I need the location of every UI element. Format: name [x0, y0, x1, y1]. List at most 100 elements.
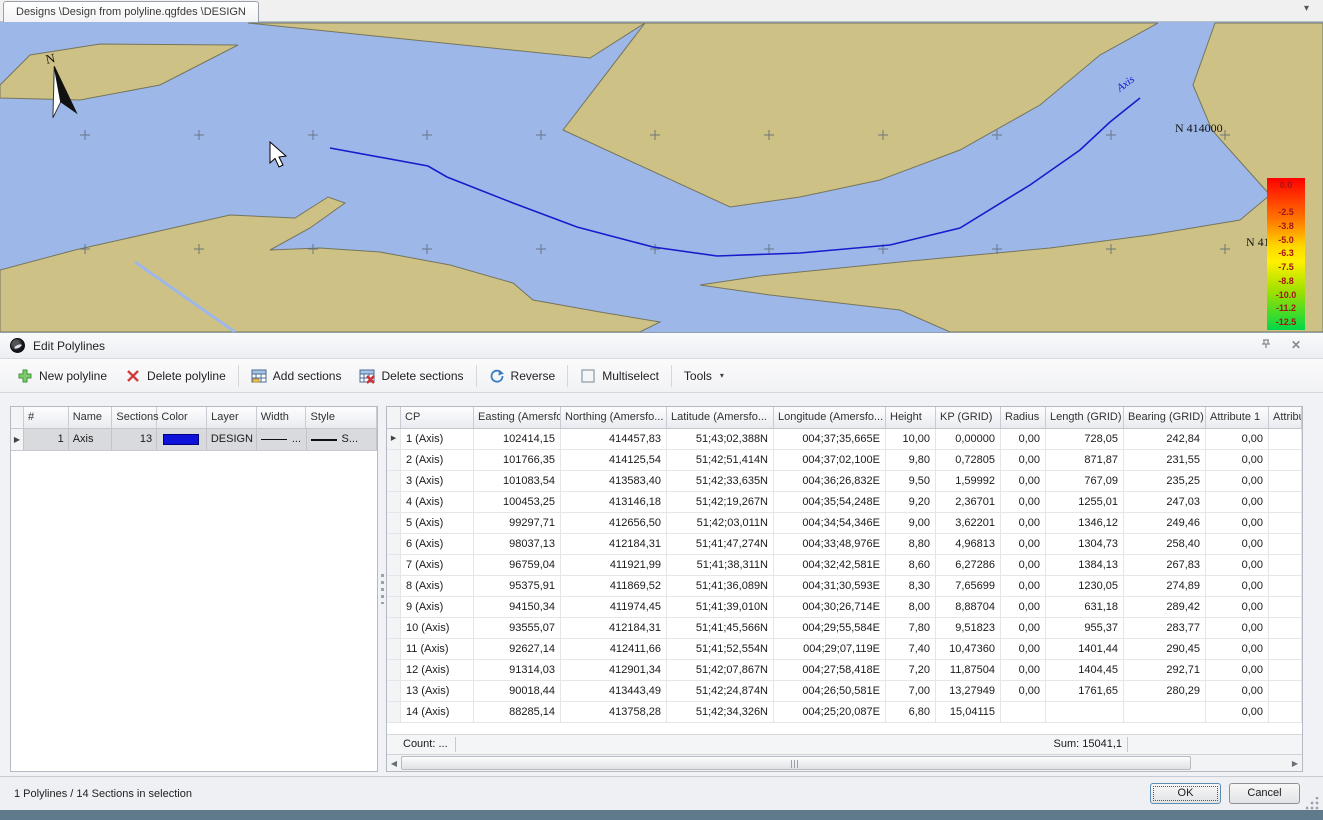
table-cell[interactable]: 0,00: [1001, 471, 1046, 492]
table-cell[interactable]: 11,87504: [936, 660, 1001, 681]
table-cell[interactable]: 7 (Axis): [401, 555, 474, 576]
table-cell[interactable]: 4 (Axis): [401, 492, 474, 513]
table-cell[interactable]: 7,00: [886, 681, 936, 702]
table-cell[interactable]: 51;41;38,311N: [667, 555, 774, 576]
table-cell[interactable]: 6,27286: [936, 555, 1001, 576]
table-cell[interactable]: 280,29: [1124, 681, 1206, 702]
table-cell[interactable]: 13 (Axis): [401, 681, 474, 702]
table-cell[interactable]: 2,36701: [936, 492, 1001, 513]
horizontal-scrollbar[interactable]: ◀ ▶: [387, 754, 1302, 771]
table-cell[interactable]: 99297,71: [474, 513, 561, 534]
table-cell[interactable]: 004;31;30,593E: [774, 576, 886, 597]
table-cell[interactable]: 412184,31: [561, 534, 667, 555]
table-cell[interactable]: 0,00: [1206, 702, 1269, 723]
column-header[interactable]: Northing (Amersfo...: [561, 407, 667, 428]
table-cell[interactable]: [1269, 450, 1302, 471]
table-cell[interactable]: 004;36;26,832E: [774, 471, 886, 492]
polyline-number[interactable]: 1: [24, 429, 69, 450]
table-cell[interactable]: 51;41;52,554N: [667, 639, 774, 660]
table-cell[interactable]: 413146,18: [561, 492, 667, 513]
table-cell[interactable]: 0,00: [1206, 429, 1269, 450]
table-cell[interactable]: 91314,03: [474, 660, 561, 681]
table-cell[interactable]: 0,00: [1001, 576, 1046, 597]
table-cell[interactable]: 9,50: [886, 471, 936, 492]
table-cell[interactable]: 0,00: [1206, 513, 1269, 534]
table-cell[interactable]: 100453,25: [474, 492, 561, 513]
panel-splitter[interactable]: [378, 406, 386, 772]
table-row[interactable]: 4 (Axis)100453,25413146,1851;42;19,267N0…: [387, 492, 1302, 513]
table-cell[interactable]: 7,20: [886, 660, 936, 681]
polyline-row-axis[interactable]: ▶ 1 Axis 13 DESIGN ... S...: [11, 429, 377, 451]
table-cell[interactable]: 004;33;48,976E: [774, 534, 886, 555]
polyline-color-cell[interactable]: [157, 429, 207, 450]
reverse-button[interactable]: Reverse: [480, 364, 565, 388]
table-cell[interactable]: 004;35;54,248E: [774, 492, 886, 513]
table-cell[interactable]: 101766,35: [474, 450, 561, 471]
table-cell[interactable]: 51;42;07,867N: [667, 660, 774, 681]
table-cell[interactable]: 0,00: [1001, 555, 1046, 576]
table-cell[interactable]: [1269, 471, 1302, 492]
polyline-sections[interactable]: 13: [112, 429, 157, 450]
table-cell[interactable]: 1,59992: [936, 471, 1001, 492]
table-row[interactable]: 14 (Axis)88285,14413758,2851;42;34,326N0…: [387, 702, 1302, 723]
table-cell[interactable]: 0,00: [1001, 681, 1046, 702]
column-header[interactable]: Attribute 1: [1206, 407, 1269, 428]
add-sections-button[interactable]: Add sections: [242, 364, 351, 388]
table-cell[interactable]: 411869,52: [561, 576, 667, 597]
table-cell[interactable]: 9,00: [886, 513, 936, 534]
column-header[interactable]: CP: [401, 407, 474, 428]
table-cell[interactable]: [1001, 702, 1046, 723]
table-cell[interactable]: 267,83: [1124, 555, 1206, 576]
table-cell[interactable]: 0,72805: [936, 450, 1001, 471]
map-view[interactable]: Axis N N 414000 N 413000 0.0-2.5-3.8-5.0…: [0, 22, 1323, 332]
column-header[interactable]: Length (GRID): [1046, 407, 1124, 428]
table-cell[interactable]: 0,00: [1001, 534, 1046, 555]
table-cell[interactable]: 242,84: [1124, 429, 1206, 450]
table-cell[interactable]: 2 (Axis): [401, 450, 474, 471]
table-cell[interactable]: 0,00: [1206, 660, 1269, 681]
table-row[interactable]: 11 (Axis)92627,14412411,6651;41;52,554N0…: [387, 639, 1302, 660]
table-cell[interactable]: 413443,49: [561, 681, 667, 702]
table-cell[interactable]: 0,00: [1206, 492, 1269, 513]
table-cell[interactable]: 10,47360: [936, 639, 1001, 660]
table-cell[interactable]: 9 (Axis): [401, 597, 474, 618]
table-row[interactable]: 8 (Axis)95375,91411869,5251;41;36,089N00…: [387, 576, 1302, 597]
table-cell[interactable]: 728,05: [1046, 429, 1124, 450]
table-cell[interactable]: 414125,54: [561, 450, 667, 471]
table-cell[interactable]: 9,80: [886, 450, 936, 471]
table-cell[interactable]: 51;42;19,267N: [667, 492, 774, 513]
polyline-width-cell[interactable]: ...: [257, 429, 307, 450]
table-cell[interactable]: 004;25;20,087E: [774, 702, 886, 723]
table-cell[interactable]: 004;34;54,346E: [774, 513, 886, 534]
table-cell[interactable]: 004;29;55,584E: [774, 618, 886, 639]
table-cell[interactable]: [1269, 681, 1302, 702]
delete-polyline-button[interactable]: Delete polyline: [116, 364, 235, 388]
table-cell[interactable]: 1761,65: [1046, 681, 1124, 702]
table-cell[interactable]: 0,00: [1206, 618, 1269, 639]
table-cell[interactable]: [1269, 597, 1302, 618]
table-cell[interactable]: 10,00: [886, 429, 936, 450]
table-cell[interactable]: 235,25: [1124, 471, 1206, 492]
table-cell[interactable]: 1404,45: [1046, 660, 1124, 681]
table-cell[interactable]: 1230,05: [1046, 576, 1124, 597]
table-cell[interactable]: 955,37: [1046, 618, 1124, 639]
table-cell[interactable]: 51;42;51,414N: [667, 450, 774, 471]
column-header[interactable]: KP (GRID): [936, 407, 1001, 428]
column-header[interactable]: Width: [257, 407, 307, 428]
table-cell[interactable]: [1269, 429, 1302, 450]
table-cell[interactable]: 8,88704: [936, 597, 1001, 618]
table-cell[interactable]: 411921,99: [561, 555, 667, 576]
table-cell[interactable]: 15,04115: [936, 702, 1001, 723]
close-icon[interactable]: ✕: [1287, 338, 1305, 353]
table-cell[interactable]: 12 (Axis): [401, 660, 474, 681]
table-row[interactable]: 3 (Axis)101083,54413583,4051;42;33,635N0…: [387, 471, 1302, 492]
column-header[interactable]: Radius: [1001, 407, 1046, 428]
column-header[interactable]: Color: [157, 407, 207, 428]
table-cell[interactable]: [1269, 492, 1302, 513]
table-cell[interactable]: 8 (Axis): [401, 576, 474, 597]
table-cell[interactable]: 4,96813: [936, 534, 1001, 555]
scroll-right-arrow-icon[interactable]: ▶: [1288, 756, 1302, 771]
column-header[interactable]: Easting (Amersfo...: [474, 407, 561, 428]
column-header[interactable]: Bearing (GRID): [1124, 407, 1206, 428]
table-cell[interactable]: 413583,40: [561, 471, 667, 492]
